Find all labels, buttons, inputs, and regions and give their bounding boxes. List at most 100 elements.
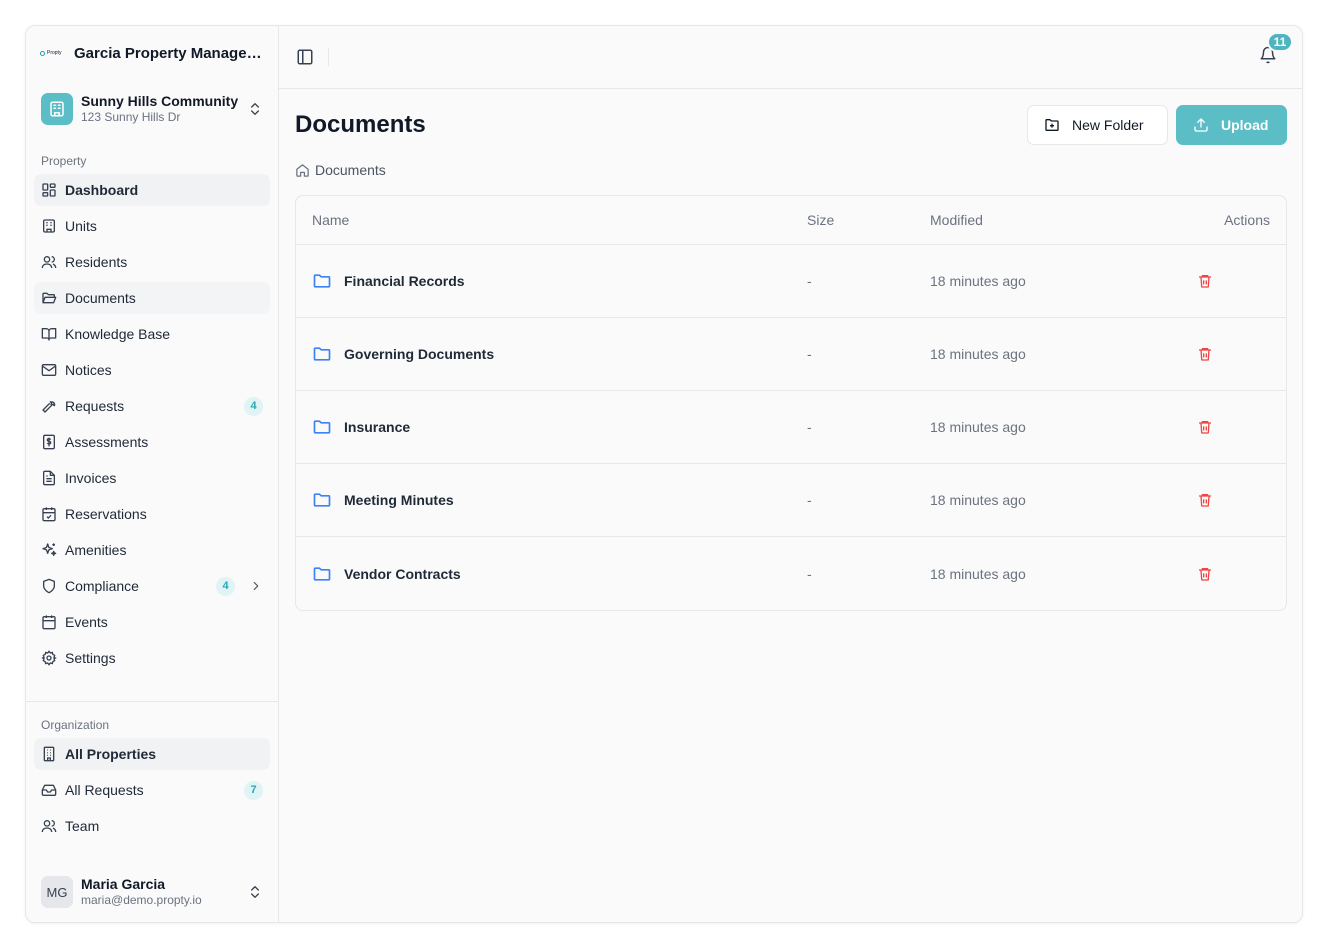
- folder-name[interactable]: Vendor Contracts: [344, 566, 461, 582]
- sidebar-item-label: Documents: [65, 290, 136, 306]
- propty-logo-icon: Propty: [40, 47, 66, 59]
- upload-button[interactable]: Upload: [1176, 105, 1287, 145]
- folder-size: -: [807, 419, 812, 435]
- table-row[interactable]: Governing Documents - 18 minutes ago: [296, 318, 1286, 391]
- documents-table: Name Size Modified Actions Financial Rec…: [295, 195, 1287, 611]
- folder-name[interactable]: Insurance: [344, 419, 410, 435]
- trash-icon[interactable]: [1197, 346, 1213, 362]
- sidebar-item-label: Knowledge Base: [65, 326, 171, 342]
- column-header-actions: Actions: [1224, 212, 1270, 228]
- folder-icon: [313, 420, 331, 434]
- sidebar-item-reservations[interactable]: Reservations: [34, 498, 270, 530]
- property-name: Sunny Hills Community: [81, 93, 239, 110]
- sidebar-item-label: Team: [65, 818, 100, 834]
- trash-icon[interactable]: [1197, 566, 1213, 582]
- sparkles-icon: [42, 543, 57, 556]
- sidebar-item-label: Assessments: [65, 434, 149, 450]
- sidebar-item-all-properties[interactable]: All Properties: [34, 738, 270, 770]
- table-header: Name Size Modified Actions: [296, 196, 1286, 245]
- sidebar-item-label: Units: [65, 218, 97, 234]
- sidebar-item-notices[interactable]: Notices: [34, 354, 270, 386]
- inbox-icon: [41, 784, 57, 796]
- main-content: 11 Documents New Folder Upload Documents…: [279, 26, 1302, 922]
- breadcrumb-documents[interactable]: Documents: [315, 162, 386, 178]
- table-row[interactable]: Financial Records - 18 minutes ago: [296, 245, 1286, 318]
- sidebar-item-label: All Properties: [65, 746, 157, 762]
- sidebar: Propty Garcia Property Managem... Sunny …: [26, 26, 279, 922]
- user-menu[interactable]: MG Maria Garcia maria@demo.propty.io: [34, 869, 270, 915]
- folder-size: -: [807, 565, 812, 582]
- folder-plus-icon: [1045, 119, 1059, 131]
- chevron-right-icon[interactable]: [249, 579, 263, 593]
- column-header-modified[interactable]: Modified: [930, 212, 1160, 228]
- sidebar-item-events[interactable]: Events: [34, 606, 270, 638]
- sidebar-item-requests[interactable]: Requests 4: [34, 390, 270, 422]
- folder-name[interactable]: Meeting Minutes: [344, 492, 454, 508]
- sidebar-item-label: Notices: [65, 362, 112, 378]
- home-icon[interactable]: [295, 163, 310, 178]
- property-address: 123 Sunny Hills Dr: [81, 110, 181, 125]
- calendar-check-icon: [42, 507, 56, 522]
- brand[interactable]: Propty Garcia Property Managem...: [26, 26, 278, 80]
- requests-count-badge: 4: [244, 396, 263, 416]
- sidebar-item-dashboard[interactable]: Dashboard: [34, 174, 270, 206]
- sidebar-item-label: Settings: [65, 650, 116, 666]
- column-header-name[interactable]: Name: [312, 212, 807, 228]
- folder-size: -: [807, 346, 812, 362]
- property-switcher[interactable]: Sunny Hills Community 123 Sunny Hills Dr: [34, 86, 270, 132]
- sidebar-item-invoices[interactable]: Invoices: [34, 462, 270, 494]
- sidebar-item-label: All Requests: [65, 782, 144, 798]
- breadcrumb: Documents: [295, 162, 1287, 178]
- trash-icon[interactable]: [1197, 273, 1213, 289]
- trash-icon[interactable]: [1197, 419, 1213, 435]
- column-header-size[interactable]: Size: [807, 212, 930, 228]
- gear-icon: [41, 650, 57, 666]
- sidebar-toggle-icon[interactable]: [296, 48, 314, 66]
- documents-page: Documents New Folder Upload Documents Na…: [279, 89, 1302, 611]
- property-nav: Dashboard Units Residents Documents Know…: [26, 174, 278, 678]
- property-section-label: Property: [41, 154, 87, 168]
- user-name: Maria Garcia: [81, 875, 166, 892]
- app-window: Propty Garcia Property Managem... Sunny …: [25, 25, 1303, 923]
- table-row[interactable]: Meeting Minutes - 18 minutes ago: [296, 464, 1286, 537]
- sidebar-item-documents[interactable]: Documents: [34, 282, 270, 314]
- mail-icon: [41, 364, 57, 376]
- table-row[interactable]: Vendor Contracts - 18 minutes ago: [296, 537, 1286, 610]
- users-icon: [41, 820, 57, 833]
- sidebar-item-label: Residents: [65, 254, 128, 270]
- notification-count-badge: 11: [1267, 32, 1293, 52]
- sidebar-item-label: Amenities: [65, 542, 127, 558]
- sidebar-item-team[interactable]: Team: [34, 810, 270, 842]
- building-2-icon: [43, 746, 55, 762]
- folder-modified: 18 minutes ago: [930, 492, 1026, 508]
- sidebar-item-knowledge-base[interactable]: Knowledge Base: [34, 318, 270, 350]
- new-folder-button[interactable]: New Folder: [1027, 105, 1168, 145]
- trash-icon[interactable]: [1197, 492, 1213, 508]
- sidebar-item-residents[interactable]: Residents: [34, 246, 270, 278]
- table-row[interactable]: Insurance - 18 minutes ago: [296, 391, 1286, 464]
- wrench-icon: [42, 401, 56, 413]
- users-icon: [41, 255, 57, 269]
- sidebar-item-units[interactable]: Units: [34, 210, 270, 242]
- folder-icon: [313, 566, 331, 581]
- sidebar-item-assessments[interactable]: Assessments: [34, 426, 270, 458]
- organization-section: Organization All Properties All Requests…: [26, 718, 278, 846]
- folder-name[interactable]: Financial Records: [344, 273, 465, 289]
- dollar-icon: [43, 434, 55, 450]
- shield-icon: [43, 578, 55, 594]
- sidebar-item-label: Events: [65, 614, 108, 630]
- sidebar-divider: [26, 701, 278, 702]
- chevrons-up-down-icon: [251, 103, 259, 115]
- organization-section-label: Organization: [41, 718, 110, 732]
- upload-icon: [1194, 118, 1208, 132]
- sidebar-item-settings[interactable]: Settings: [34, 642, 270, 674]
- sidebar-item-amenities[interactable]: Amenities: [34, 534, 270, 566]
- notifications-button[interactable]: 11: [1259, 32, 1293, 64]
- folder-name[interactable]: Governing Documents: [344, 346, 494, 362]
- folder-icon: [313, 347, 331, 361]
- sidebar-item-compliance[interactable]: Compliance 4: [34, 570, 270, 602]
- sidebar-item-label: Invoices: [65, 470, 117, 486]
- sidebar-item-all-requests[interactable]: All Requests 7: [34, 774, 270, 806]
- chevrons-up-down-icon: [251, 886, 259, 898]
- folder-modified: 18 minutes ago: [930, 565, 1026, 582]
